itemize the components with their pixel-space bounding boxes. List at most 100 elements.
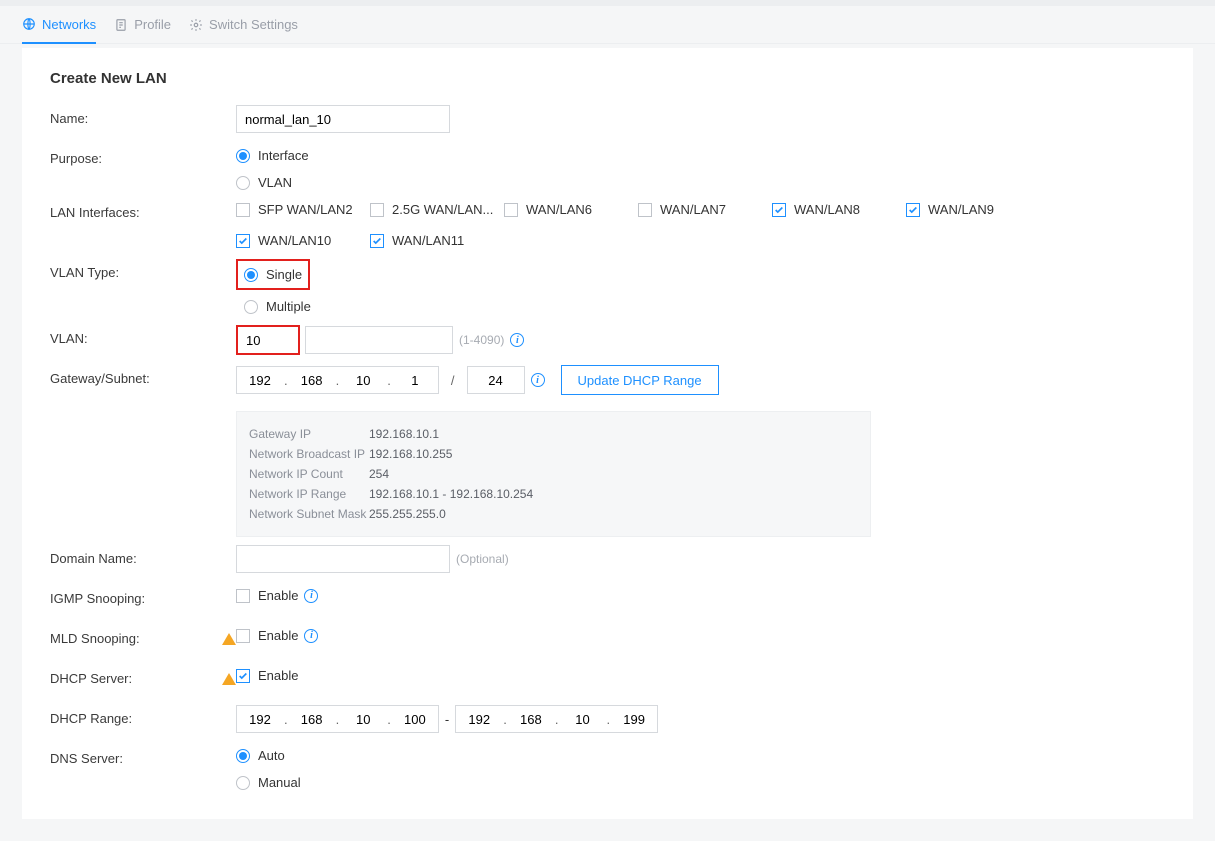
gateway-o4[interactable]: [392, 367, 438, 393]
lan-iface-checkbox[interactable]: 2.5G WAN/LAN...: [370, 199, 504, 220]
lan-iface-checkbox[interactable]: WAN/LAN10: [236, 230, 370, 251]
globe-icon: [22, 17, 36, 31]
purpose-interface-radio[interactable]: Interface: [236, 145, 309, 166]
info-icon[interactable]: i: [510, 333, 524, 347]
gateway-o1[interactable]: [237, 367, 283, 393]
network-info-key: Network Subnet Mask: [249, 504, 369, 524]
dhcp-start-o3[interactable]: [340, 706, 386, 732]
radio-icon: [236, 149, 250, 163]
network-info-row: Network IP Range192.168.10.1 - 192.168.1…: [249, 484, 858, 504]
lan-interfaces-grid: SFP WAN/LAN2 2.5G WAN/LAN... WAN/LAN6 WAN/L…: [236, 199, 1165, 251]
dhcp-end-o1[interactable]: [456, 706, 502, 732]
gateway-o3[interactable]: [340, 367, 386, 393]
network-info-row: Network IP Count254: [249, 464, 858, 484]
igmp-label: IGMP Snooping:: [50, 585, 236, 606]
network-info-row: Network Subnet Mask255.255.255.0: [249, 504, 858, 524]
tab-bar: Networks Profile Switch Settings: [0, 6, 1215, 44]
dhcp-end-o4[interactable]: [611, 706, 657, 732]
radio-icon: [236, 776, 250, 790]
radio-icon: [244, 268, 258, 282]
vlan-hint: (1-4090): [459, 333, 504, 347]
subnet-mask-input[interactable]: [467, 366, 525, 394]
tab-profile-label: Profile: [134, 17, 171, 32]
dns-auto-text: Auto: [258, 748, 285, 763]
purpose-vlan-radio[interactable]: VLAN: [236, 172, 292, 193]
lan-iface-label: WAN/LAN6: [526, 202, 592, 217]
lan-iface-checkbox[interactable]: WAN/LAN9: [906, 199, 1040, 220]
dhcp-start-o1[interactable]: [237, 706, 283, 732]
network-info-value: 254: [369, 464, 389, 484]
slash-label: /: [445, 373, 461, 388]
info-icon[interactable]: i: [304, 589, 318, 603]
network-info-value: 192.168.10.1 - 192.168.10.254: [369, 484, 533, 504]
vlan-type-multiple-radio[interactable]: Multiple: [244, 296, 311, 317]
range-dash: -: [445, 712, 449, 727]
tab-networks[interactable]: Networks: [22, 7, 96, 44]
dns-auto-radio[interactable]: Auto: [236, 745, 285, 766]
domain-name-label: Domain Name:: [50, 545, 236, 566]
vlan-type-highlight: Single: [236, 259, 310, 290]
igmp-enable-checkbox[interactable]: Enable: [236, 585, 298, 606]
vlan-type-label: VLAN Type:: [50, 259, 236, 280]
lan-iface-checkbox[interactable]: WAN/LAN11: [370, 230, 504, 251]
name-input[interactable]: [236, 105, 450, 133]
vlan-extra-input[interactable]: [305, 326, 453, 354]
dhcp-end-ip: . . .: [455, 705, 658, 733]
tab-profile[interactable]: Profile: [114, 6, 171, 43]
checkbox-icon: [370, 203, 384, 217]
network-info-key: Network Broadcast IP: [249, 444, 369, 464]
page-title: Create New LAN: [50, 70, 1165, 87]
dns-manual-radio[interactable]: Manual: [236, 772, 301, 793]
dhcp-end-o3[interactable]: [559, 706, 605, 732]
dhcp-start-ip: . . .: [236, 705, 439, 733]
dhcp-start-o2[interactable]: [289, 706, 335, 732]
tab-networks-label: Networks: [42, 17, 96, 32]
lan-iface-checkbox[interactable]: WAN/LAN8: [772, 199, 906, 220]
lan-iface-label: SFP WAN/LAN2: [258, 202, 353, 217]
dhcp-end-o2[interactable]: [508, 706, 554, 732]
dhcp-start-o4[interactable]: [392, 706, 438, 732]
dhcp-server-label: DHCP Server:: [50, 671, 132, 686]
network-info-value: 192.168.10.255: [369, 444, 452, 464]
info-icon[interactable]: i: [304, 629, 318, 643]
vlan-highlight: [236, 325, 300, 355]
network-info-value: 192.168.10.1: [369, 424, 439, 444]
purpose-interface-text: Interface: [258, 148, 309, 163]
info-icon[interactable]: i: [531, 373, 545, 387]
vlan-type-single-radio[interactable]: Single: [244, 264, 302, 285]
lan-iface-checkbox[interactable]: WAN/LAN6: [504, 199, 638, 220]
tab-switch-settings[interactable]: Switch Settings: [189, 6, 298, 43]
checkbox-icon: [772, 203, 786, 217]
vlan-type-single-text: Single: [266, 267, 302, 282]
radio-icon: [244, 300, 258, 314]
lan-iface-checkbox[interactable]: SFP WAN/LAN2: [236, 199, 370, 220]
checkbox-icon: [236, 234, 250, 248]
name-label: Name:: [50, 105, 236, 126]
domain-name-input[interactable]: [236, 545, 450, 573]
checkbox-icon: [906, 203, 920, 217]
checkbox-icon: [236, 669, 250, 683]
dhcp-range-label: DHCP Range:: [50, 705, 236, 726]
checkbox-icon: [504, 203, 518, 217]
enable-text: Enable: [258, 668, 298, 683]
lan-iface-label: WAN/LAN8: [794, 202, 860, 217]
network-info-box: Gateway IP192.168.10.1Network Broadcast …: [236, 411, 871, 537]
purpose-label: Purpose:: [50, 145, 236, 166]
dhcp-enable-checkbox[interactable]: Enable: [236, 665, 298, 686]
purpose-vlan-text: VLAN: [258, 175, 292, 190]
vlan-input[interactable]: [238, 327, 298, 353]
radio-icon: [236, 749, 250, 763]
lan-iface-label: 2.5G WAN/LAN...: [392, 202, 493, 217]
checkbox-icon: [370, 234, 384, 248]
mld-enable-checkbox[interactable]: Enable: [236, 625, 298, 646]
lan-iface-label: WAN/LAN9: [928, 202, 994, 217]
update-dhcp-range-button[interactable]: Update DHCP Range: [561, 365, 719, 395]
network-info-value: 255.255.255.0: [369, 504, 446, 524]
lan-iface-checkbox[interactable]: WAN/LAN7: [638, 199, 772, 220]
network-info-key: Gateway IP: [249, 424, 369, 444]
checkbox-icon: [236, 589, 250, 603]
dns-server-label: DNS Server:: [50, 745, 236, 766]
network-info-key: Network IP Range: [249, 484, 369, 504]
gateway-o2[interactable]: [289, 367, 335, 393]
dns-manual-text: Manual: [258, 775, 301, 790]
